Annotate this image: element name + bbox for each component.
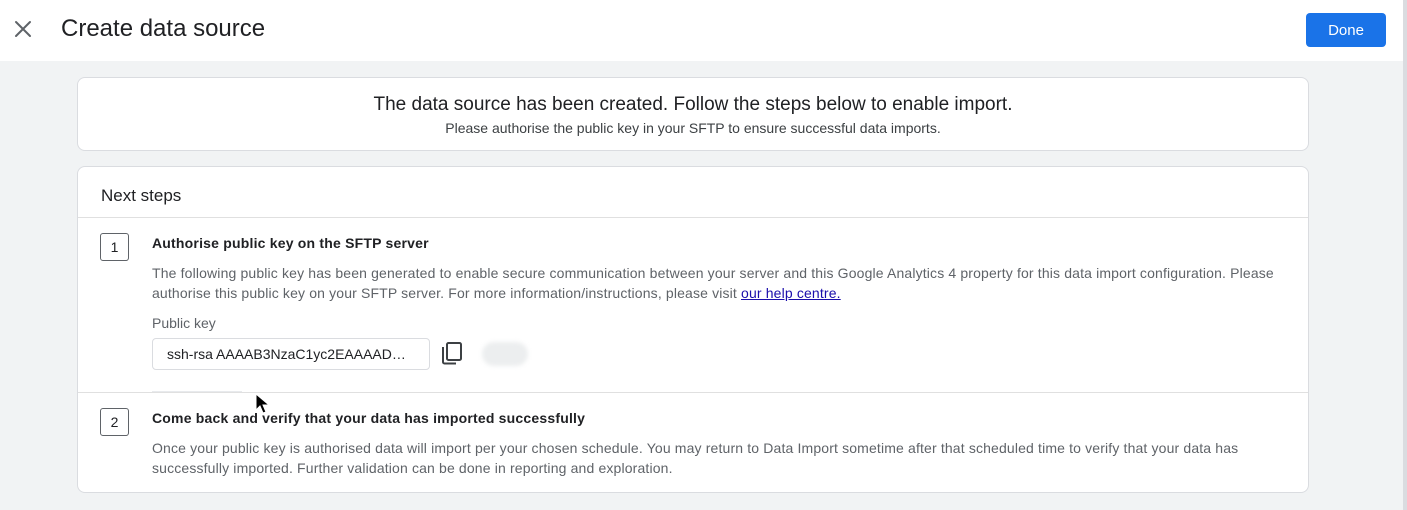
blurred-element — [482, 342, 528, 366]
step-2-description: Once your public key is authorised data … — [152, 440, 1239, 476]
next-steps-title: Next steps — [101, 186, 182, 205]
step-1-body-text: The following public key has been genera… — [152, 265, 1274, 301]
step-1-description: The following public key has been genera… — [152, 263, 1292, 303]
close-icon — [15, 21, 31, 37]
next-steps-card: Next steps 1 Authorise public key on the… — [77, 166, 1309, 493]
public-key-label: Public key — [152, 315, 216, 331]
done-button[interactable]: Done — [1306, 13, 1386, 47]
step-number-1: 1 — [100, 233, 129, 261]
top-bar: Create data source Done — [0, 0, 1403, 61]
page-title: Create data source — [61, 15, 266, 42]
help-centre-link[interactable]: our help centre. — [741, 285, 841, 301]
banner-title: The data source has been created. Follow… — [373, 94, 1013, 115]
step-1-heading: Authorise public key on the SFTP server — [152, 235, 429, 251]
banner-subtitle: Please authorise the public key in your … — [445, 120, 941, 136]
public-key-field[interactable]: ssh-rsa AAAAB3NzaC1yc2EAAAADAQ... — [152, 338, 430, 370]
divider — [78, 217, 1308, 218]
scrollbar[interactable] — [1403, 0, 1407, 510]
close-button[interactable] — [10, 16, 36, 42]
success-banner: The data source has been created. Follow… — [77, 77, 1309, 151]
step-2-heading: Come back and verify that your data has … — [152, 410, 586, 426]
step-number-2: 2 — [100, 408, 129, 436]
copy-icon — [442, 342, 462, 365]
mouse-cursor-icon — [255, 393, 271, 414]
copy-button[interactable] — [440, 340, 464, 366]
